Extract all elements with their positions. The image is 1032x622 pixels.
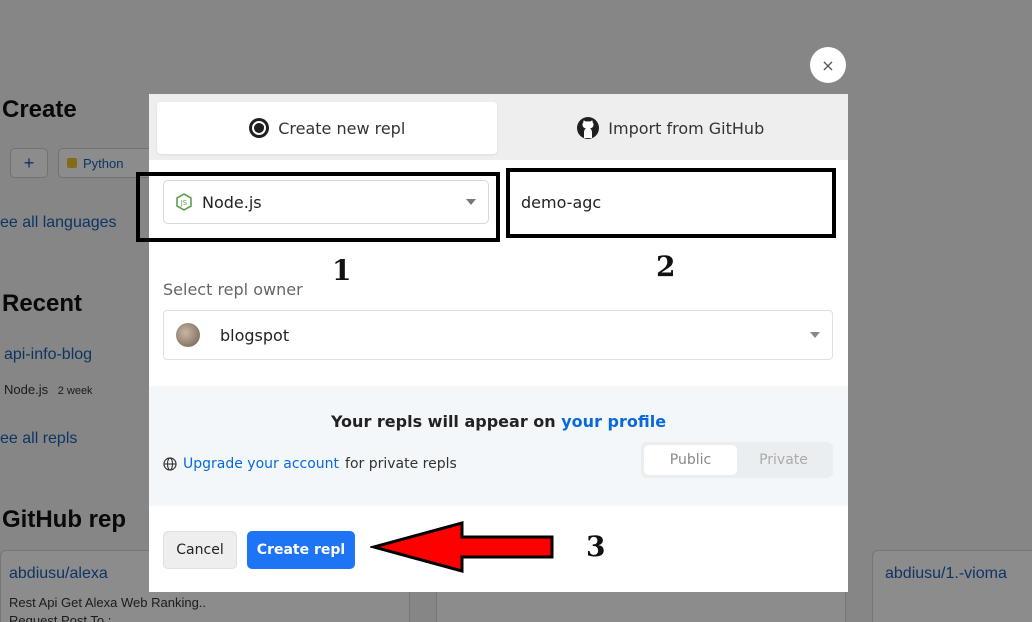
annotation-box-2: [506, 168, 836, 238]
tab-create-new-repl[interactable]: Create new repl: [157, 102, 497, 154]
close-icon: ×: [821, 55, 835, 75]
upgrade-row: Upgrade your account for private repls: [163, 456, 457, 472]
tab-create-label: Create new repl: [278, 118, 406, 138]
profile-notice: Your repls will appear on your profile: [149, 412, 848, 431]
tab-import-github[interactable]: Import from GitHub: [501, 102, 841, 154]
annotation-number-1: 1: [332, 254, 352, 287]
profile-notice-text: Your repls will appear on: [330, 412, 562, 431]
cancel-button[interactable]: Cancel: [163, 531, 237, 569]
close-button[interactable]: ×: [810, 47, 846, 83]
annotation-box-1: [136, 172, 500, 242]
create-repl-button[interactable]: Create repl: [247, 531, 355, 569]
github-icon: [576, 116, 600, 140]
tab-import-label: Import from GitHub: [608, 118, 765, 138]
replit-icon: [248, 117, 270, 139]
upgrade-suffix: for private repls: [345, 456, 457, 472]
owner-select[interactable]: blogspot: [163, 310, 833, 360]
visibility-toggle: Public Private: [641, 442, 833, 478]
globe-icon: [163, 457, 177, 471]
visibility-private[interactable]: Private: [737, 445, 830, 475]
upgrade-account-link[interactable]: Upgrade your account: [183, 456, 339, 472]
annotation-arrow: [370, 521, 554, 573]
annotation-number-2: 2: [656, 250, 676, 283]
chevron-down-icon: [810, 332, 820, 338]
owner-label: Select repl owner: [163, 280, 303, 299]
visibility-public[interactable]: Public: [644, 445, 737, 475]
annotation-number-3: 3: [586, 530, 606, 563]
avatar: [176, 323, 200, 347]
visibility-info-panel: Your repls will appear on your profile U…: [149, 386, 848, 506]
your-profile-link[interactable]: your profile: [561, 412, 666, 431]
owner-value: blogspot: [220, 325, 290, 345]
modal-tabs: Create new repl Import from GitHub: [149, 94, 848, 160]
